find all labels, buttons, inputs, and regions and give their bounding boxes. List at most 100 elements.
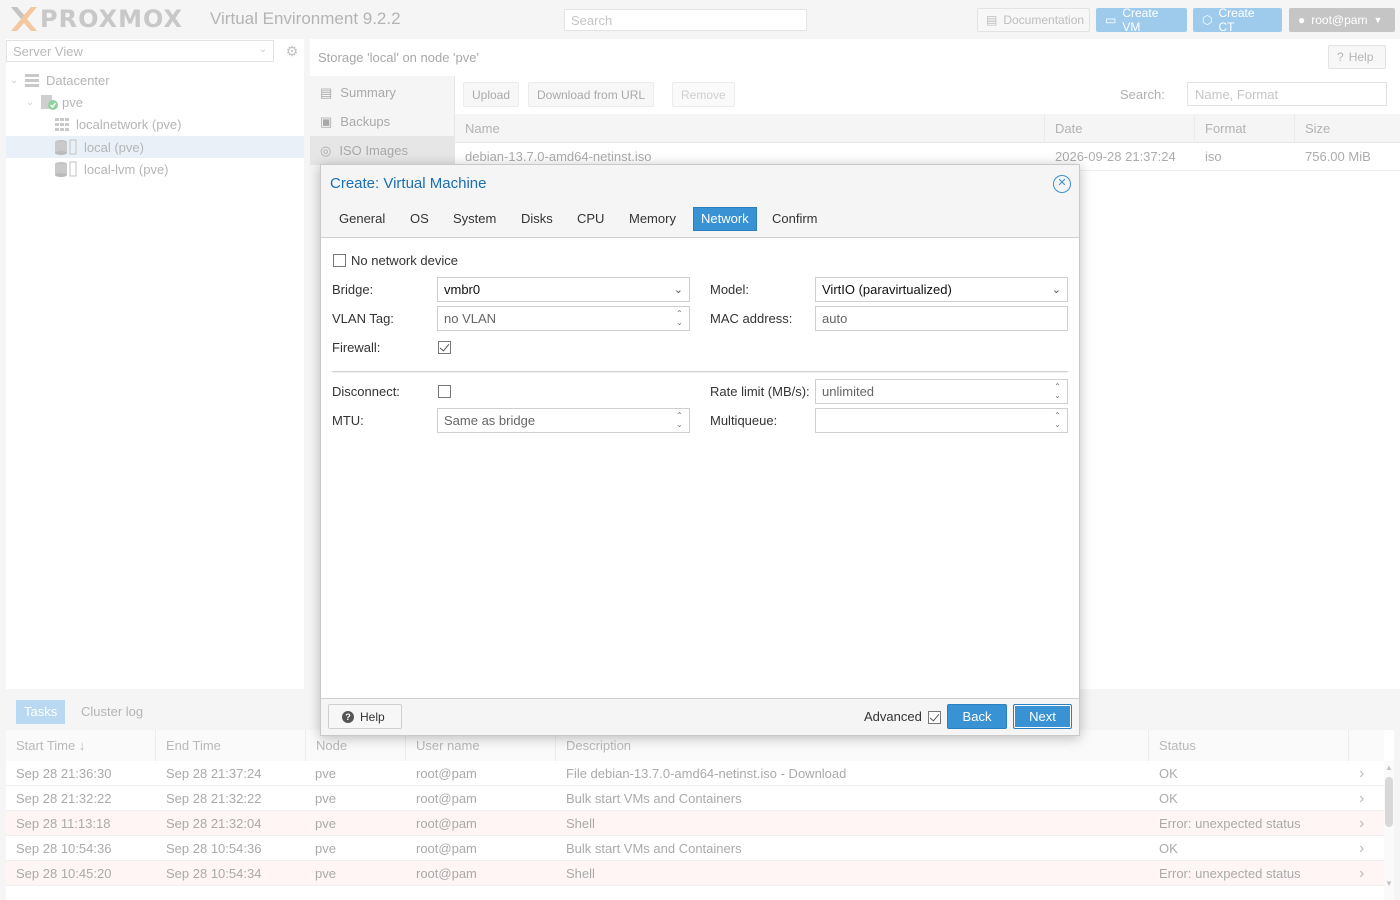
tab-system[interactable]: System — [446, 207, 503, 231]
upload-button[interactable]: Upload — [463, 82, 520, 107]
chevron-right-icon[interactable]: › — [1349, 761, 1364, 786]
gear-icon[interactable]: ⚙ — [283, 42, 301, 60]
spinner-icon[interactable]: ⌃ ⌄ — [675, 309, 684, 328]
column-header-name[interactable]: Name — [455, 114, 1045, 143]
table-row[interactable]: Sep 28 21:36:30 Sep 28 21:37:24 pve root… — [6, 761, 1384, 786]
subnav-item-backups[interactable]: ▣ Backups — [310, 107, 455, 136]
search-label: Search: — [1120, 87, 1165, 102]
close-icon[interactable]: ✕ — [1053, 175, 1071, 193]
cell-description: File debian-13.7.0-amd64-netinst.iso - D… — [566, 766, 847, 781]
table-row[interactable]: Sep 28 10:45:20 Sep 28 10:54:34 pve root… — [6, 861, 1384, 886]
rate-limit-field[interactable]: unlimited ⌃ ⌄ — [815, 379, 1068, 404]
vlan-tag-field[interactable]: no VLAN ⌃ ⌄ — [437, 306, 690, 331]
multiqueue-field[interactable]: ⌃ ⌄ — [815, 408, 1068, 433]
create-vm-dialog: Create: Virtual Machine ✕ General OS Sys… — [320, 164, 1080, 736]
next-button[interactable]: Next — [1013, 704, 1072, 729]
dialog-help-button[interactable]: ? Help — [328, 704, 402, 729]
documentation-label: Documentation — [1003, 13, 1085, 27]
mtu-label: MTU: — [332, 413, 364, 428]
table-row[interactable]: Sep 28 21:32:22 Sep 28 21:32:22 pve root… — [6, 786, 1384, 811]
column-header-end-time[interactable]: End Time — [156, 730, 306, 761]
mtu-field[interactable]: Same as bridge ⌃ ⌄ — [437, 408, 690, 433]
documentation-button[interactable]: ▤ Documentation — [977, 8, 1090, 32]
table-row[interactable]: Sep 28 11:13:18 Sep 28 21:32:04 pve root… — [6, 811, 1384, 836]
tree-item-local-lvm[interactable]: local-lvm (pve) — [54, 158, 169, 180]
chevron-right-icon[interactable]: › — [1349, 786, 1364, 811]
tree-item-localnetwork[interactable]: localnetwork (pve) — [54, 113, 182, 135]
floppy-icon: ▣ — [320, 113, 333, 129]
column-header-date[interactable]: Date — [1045, 114, 1195, 143]
resource-tree-panel: Server View ⌄ ⚙ ⌄ Datacenter ⌄ pve local… — [6, 39, 304, 689]
global-search-input[interactable] — [564, 9, 807, 31]
proxmox-logo[interactable]: PROXMOX — [8, 3, 183, 35]
column-header-status[interactable]: Status — [1149, 730, 1349, 761]
rate-limit-value: unlimited — [822, 384, 875, 399]
book-icon: ▤ — [320, 84, 333, 100]
column-header-size[interactable]: Size — [1295, 114, 1400, 143]
create-vm-button[interactable]: ▭ Create VM — [1096, 6, 1187, 34]
tree-item-local[interactable]: local (pve) — [6, 136, 304, 158]
cell-start: Sep 28 10:54:36 — [16, 841, 112, 856]
tab-tasks[interactable]: Tasks — [16, 700, 66, 724]
user-icon: ● — [1298, 13, 1306, 27]
chevron-right-icon[interactable]: › — [1349, 811, 1364, 836]
tab-disks[interactable]: Disks — [514, 207, 560, 231]
create-ct-label: Create CT — [1218, 6, 1255, 34]
tab-network[interactable]: Network — [693, 207, 757, 231]
scroll-up-icon[interactable]: ▲ — [1384, 763, 1394, 772]
disconnect-label: Disconnect: — [332, 384, 400, 399]
firewall-label: Firewall: — [332, 340, 381, 355]
user-menu-button[interactable]: ● root@pam ▼ — [1289, 8, 1395, 32]
remove-button[interactable]: Remove — [672, 82, 735, 107]
proxmox-x-icon — [11, 7, 37, 31]
tree-item-pve[interactable]: ⌄ pve — [26, 91, 83, 113]
chevron-down-icon: ⌄ — [673, 284, 683, 296]
subnav-item-iso-images[interactable]: ◎ ISO Images — [310, 136, 455, 165]
task-scrollbar[interactable]: ▲ ▼ — [1384, 761, 1394, 900]
vlan-tag-label: VLAN Tag: — [332, 311, 394, 326]
no-network-checkbox[interactable] — [333, 254, 346, 267]
firewall-checkbox[interactable] — [438, 341, 451, 354]
chevron-right-icon[interactable]: › — [1349, 836, 1364, 861]
help-button[interactable]: ? Help — [1328, 45, 1386, 69]
bridge-select[interactable]: vmbr0 ⌄ — [437, 277, 690, 302]
scroll-down-icon[interactable]: ▼ — [1384, 879, 1394, 888]
spinner-icon[interactable]: ⌃ ⌄ — [1053, 382, 1062, 401]
column-header-actions — [1349, 730, 1384, 761]
spinner-icon[interactable]: ⌃ ⌄ — [1053, 411, 1062, 430]
view-selector[interactable]: Server View ⌄ — [6, 40, 274, 62]
scrollbar-thumb[interactable] — [1385, 777, 1393, 827]
bridge-value: vmbr0 — [444, 282, 481, 297]
create-ct-button[interactable]: ⬡ Create CT — [1193, 6, 1282, 34]
chevron-right-icon[interactable]: › — [1349, 861, 1364, 886]
view-selector-value: Server View — [13, 44, 83, 59]
cell-end: Sep 28 10:54:34 — [166, 866, 262, 881]
tab-cluster-log[interactable]: Cluster log — [73, 700, 151, 724]
model-select[interactable]: VirtIO (paravirtualized) ⌄ — [815, 277, 1068, 302]
download-url-button[interactable]: Download from URL — [528, 82, 655, 107]
advanced-separator — [332, 371, 1068, 373]
chevron-down-icon[interactable]: ⌄ — [26, 97, 40, 108]
chevron-down-icon[interactable]: ⌄ — [10, 75, 24, 86]
column-header-start-time[interactable]: Start Time ↓ — [6, 730, 156, 761]
tab-general[interactable]: General — [332, 207, 392, 231]
question-icon: ? — [342, 710, 354, 723]
tree-item-datacenter[interactable]: ⌄ Datacenter — [10, 69, 110, 91]
cell-end: Sep 28 21:32:04 — [166, 816, 262, 831]
column-header-format[interactable]: Format — [1195, 114, 1295, 143]
tab-cpu[interactable]: CPU — [570, 207, 611, 231]
cell-start: Sep 28 10:45:20 — [16, 866, 112, 881]
tab-os[interactable]: OS — [403, 207, 436, 231]
cell-end: Sep 28 21:32:22 — [166, 791, 262, 806]
subnav-item-summary[interactable]: ▤ Summary — [310, 78, 455, 107]
mac-address-field[interactable]: auto — [815, 306, 1068, 331]
spinner-icon[interactable]: ⌃ ⌄ — [675, 411, 684, 430]
disconnect-checkbox[interactable] — [438, 385, 451, 398]
tab-confirm[interactable]: Confirm — [765, 207, 825, 231]
advanced-checkbox[interactable] — [928, 711, 941, 724]
back-button[interactable]: Back — [947, 704, 1007, 729]
tab-memory[interactable]: Memory — [622, 207, 683, 231]
disc-icon: ◎ — [320, 142, 332, 158]
storage-search-input[interactable] — [1187, 82, 1387, 106]
table-row[interactable]: Sep 28 10:54:36 Sep 28 10:54:36 pve root… — [6, 836, 1384, 861]
